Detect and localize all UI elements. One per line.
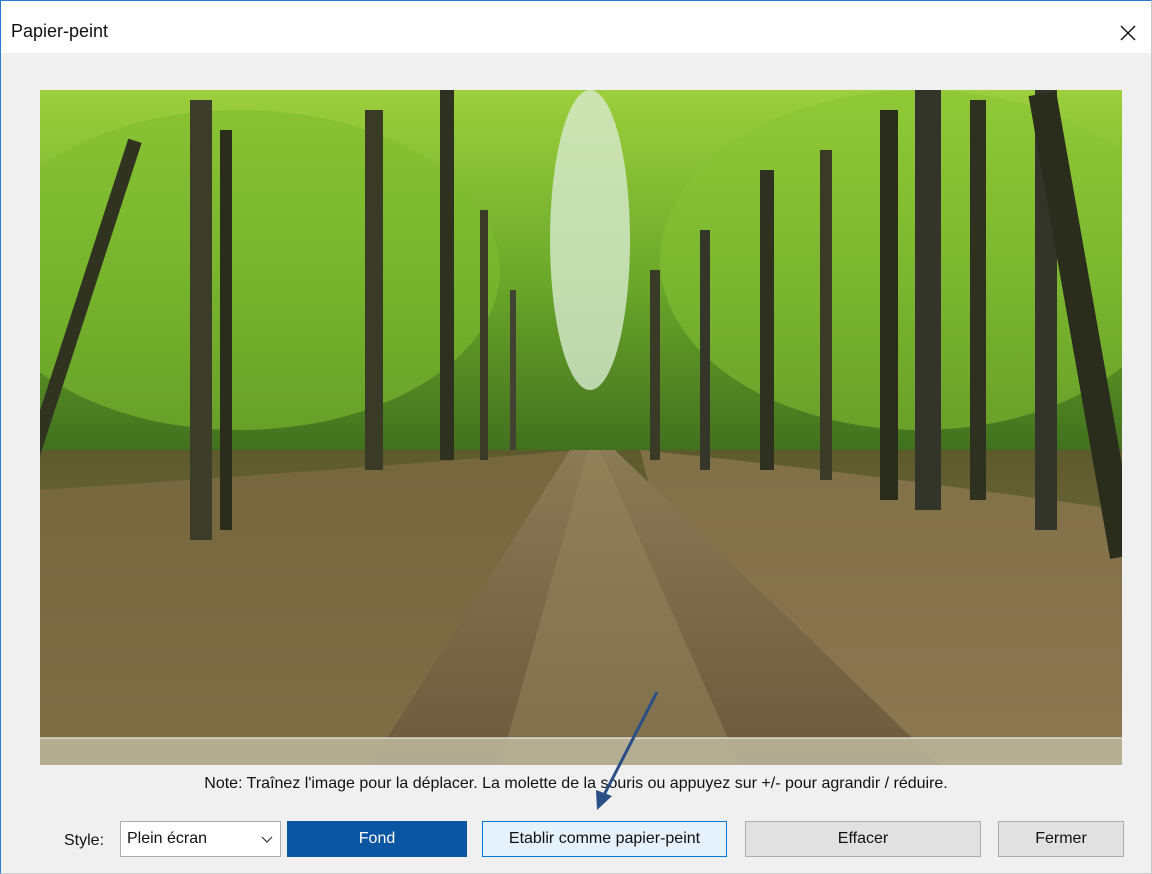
- style-dropdown[interactable]: Plein écran: [120, 821, 281, 857]
- close-button[interactable]: [1105, 13, 1151, 53]
- window-title: Papier-peint: [11, 21, 109, 41]
- forest-path-photo: [40, 90, 1122, 765]
- wallpaper-preview-image[interactable]: [40, 90, 1122, 765]
- close-dialog-button[interactable]: Fermer: [998, 821, 1124, 857]
- fond-button[interactable]: Fond: [287, 821, 467, 857]
- close-icon: [1120, 25, 1136, 41]
- chevron-down-icon: [261, 836, 273, 843]
- style-dropdown-value: Plein écran: [127, 830, 208, 847]
- style-label: Style:: [64, 832, 105, 849]
- title-bar: Papier-peint: [1, 1, 1151, 53]
- clear-button[interactable]: Effacer: [745, 821, 981, 857]
- usage-note: Note: Traînez l'image pour la déplacer. …: [204, 775, 948, 792]
- set-as-wallpaper-button[interactable]: Etablir comme papier-peint: [482, 821, 727, 857]
